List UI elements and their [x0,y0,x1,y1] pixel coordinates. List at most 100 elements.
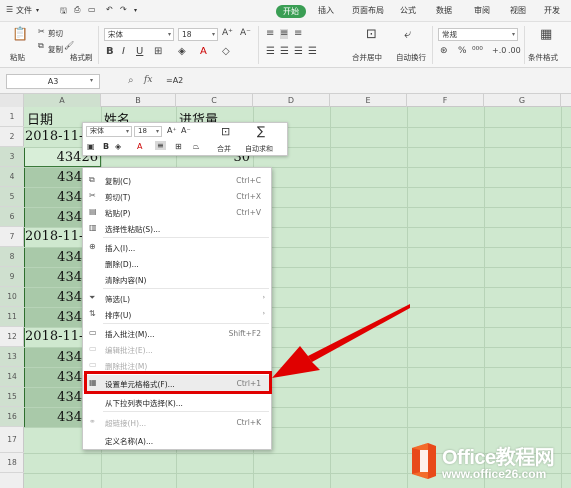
cell-a13[interactable]: 434 [24,350,82,365]
menu-item-clear[interactable]: 清除内容(N) [83,271,271,287]
align-middle-icon[interactable]: ≡ [280,29,289,39]
row-header-8[interactable]: 8 [0,247,24,267]
row-header-14[interactable]: 14 [0,367,24,387]
formula-input[interactable]: =A2 [166,76,183,85]
row-header-4[interactable]: 4 [0,167,24,187]
row-header-11[interactable]: 11 [0,307,24,327]
shape-icon[interactable]: ⏢ [193,142,199,152]
tab-developer[interactable]: 开发 [544,5,560,16]
fill-color-icon[interactable]: ◈ [115,142,121,151]
tab-page-layout[interactable]: 页面布局 [352,5,384,16]
chevron-down-icon[interactable]: ▾ [90,77,93,84]
row-header-15[interactable]: 15 [0,387,24,407]
merge-center-icon[interactable]: ⊡ [366,28,377,41]
quick-access-dropdown-icon[interactable]: ▾ [134,7,137,14]
name-box[interactable]: A3 [6,74,100,89]
column-header-d[interactable]: D [253,94,330,107]
row-header-7[interactable]: 7 [0,227,24,247]
cell-a15[interactable]: 434 [24,390,82,405]
align-left-icon[interactable]: ☰ [266,47,275,57]
fx-button[interactable]: fx [144,75,152,85]
currency-icon[interactable]: ⊛ [440,47,448,56]
cell-a16[interactable]: 434 [24,410,82,425]
column-header-a[interactable]: A [24,94,101,107]
cell-a2[interactable]: 2018-11- [25,129,83,144]
align-right-icon[interactable]: ☰ [294,47,303,57]
wrap-text-button[interactable]: 自动换行 [396,52,426,63]
file-menu[interactable]: 文件 [16,5,32,16]
number-format-select[interactable]: 常规 ▾ [438,28,518,41]
font-name-select[interactable]: 宋体 ▾ [104,28,174,41]
menu-item-paste-special[interactable]: ▥ 选择性粘贴(S)... [83,220,271,236]
row-header-16[interactable]: 16 [0,407,24,427]
menu-item-define-name[interactable]: 定义名称(A)... [83,432,271,448]
mini-autosum-button[interactable]: 自动求和 [245,144,273,154]
italic-icon[interactable]: I [122,47,125,57]
paste-button[interactable]: 粘贴 [10,52,25,63]
align-center-icon[interactable]: ☰ [280,47,289,57]
conditional-format-icon[interactable]: ▦ [540,28,552,41]
font-color-icon[interactable]: A [200,47,207,57]
decrease-decimal-icon[interactable]: .00 [508,47,521,55]
mini-merge-button[interactable]: 合并 [217,144,231,154]
tab-view[interactable]: 视图 [510,5,526,16]
column-header-c[interactable]: C [176,94,253,107]
format-painter-icon[interactable]: ▣ [87,142,95,151]
wrap-text-icon[interactable]: ⤶ [404,28,411,41]
cell-a9[interactable]: 434 [24,270,82,285]
copy-icon[interactable]: ⧉ [38,42,44,50]
thousands-icon[interactable]: ⁰⁰⁰ [472,47,483,56]
tab-data[interactable]: 数据 [436,5,452,16]
cell-a14[interactable]: 434 [24,370,82,385]
hamburger-icon[interactable]: ☰ [6,5,13,14]
menu-item-filter[interactable]: ⏷ 筛选(L) › [83,290,271,306]
font-size-select[interactable]: 18 ▾ [178,28,218,41]
format-painter-icon[interactable]: 🖌 [64,42,74,50]
tab-review[interactable]: 审阅 [474,5,490,16]
scissors-icon[interactable]: ✂ [38,28,45,36]
decrease-font-icon[interactable]: A⁻ [240,29,251,38]
menu-item-copy[interactable]: ⧉ 复制(C) Ctrl+C [83,172,271,188]
row-header-10[interactable]: 10 [0,287,24,307]
column-header-e[interactable]: E [330,94,407,107]
redo-icon[interactable]: ↷ [120,5,127,14]
cell-a8[interactable]: 434 [24,250,82,265]
percent-icon[interactable]: % [458,47,467,56]
align-top-icon[interactable]: ≡ [266,29,274,39]
border-icon[interactable]: ⊞ [175,142,182,151]
bold-icon[interactable]: B [106,47,114,57]
menu-item-sort[interactable]: ⇅ 排序(U) › [83,306,271,322]
row-header-18[interactable]: 18 [0,453,24,473]
mini-font-size-select[interactable]: 18 ▾ [134,126,162,137]
row-header-6[interactable]: 6 [0,207,24,227]
merge-icon[interactable]: ⊡ [221,125,230,138]
zoom-icon[interactable]: ⌕ [128,75,134,86]
print-icon[interactable]: ⎙ [74,5,80,15]
save-icon[interactable]: 🖫 [60,5,67,19]
row-header-1[interactable]: 1 [0,107,24,127]
underline-icon[interactable]: U [136,47,143,57]
menu-item-pick-from-list[interactable]: 从下拉列表中选择(K)... [83,394,271,410]
row-header-2[interactable]: 2 [0,127,24,147]
row-header-3[interactable]: 3 [0,147,24,167]
tab-home[interactable]: 开始 [276,5,306,18]
cell-a12[interactable]: 2018-11- [25,329,83,344]
cell-a1[interactable]: 日期 [27,109,53,128]
cell-a11[interactable]: 434 [24,310,82,325]
mini-font-name-select[interactable]: 宋体 ▾ [86,126,132,137]
increase-font-icon[interactable]: A⁺ [167,126,177,135]
row-header-5[interactable]: 5 [0,187,24,207]
cell-a7[interactable]: 2018-11- [25,229,83,244]
cell-a6[interactable]: 434 [24,210,82,225]
row-header-12[interactable]: 12 [0,327,24,347]
menu-item-cut[interactable]: ✂ 剪切(T) Ctrl+X [83,188,271,204]
border-icon[interactable]: ⊞ [154,47,162,57]
font-color-icon[interactable]: A [137,142,142,151]
format-painter-button[interactable]: 格式刷 [70,52,93,63]
menu-item-paste[interactable]: ▤ 粘贴(P) Ctrl+V [83,204,271,220]
column-header-f[interactable]: F [407,94,484,107]
preview-icon[interactable]: ▭ [88,5,96,14]
select-all-corner[interactable] [0,94,24,107]
align-center-icon[interactable]: ≡ [155,141,166,150]
cell-a5[interactable]: 434 [24,190,82,205]
